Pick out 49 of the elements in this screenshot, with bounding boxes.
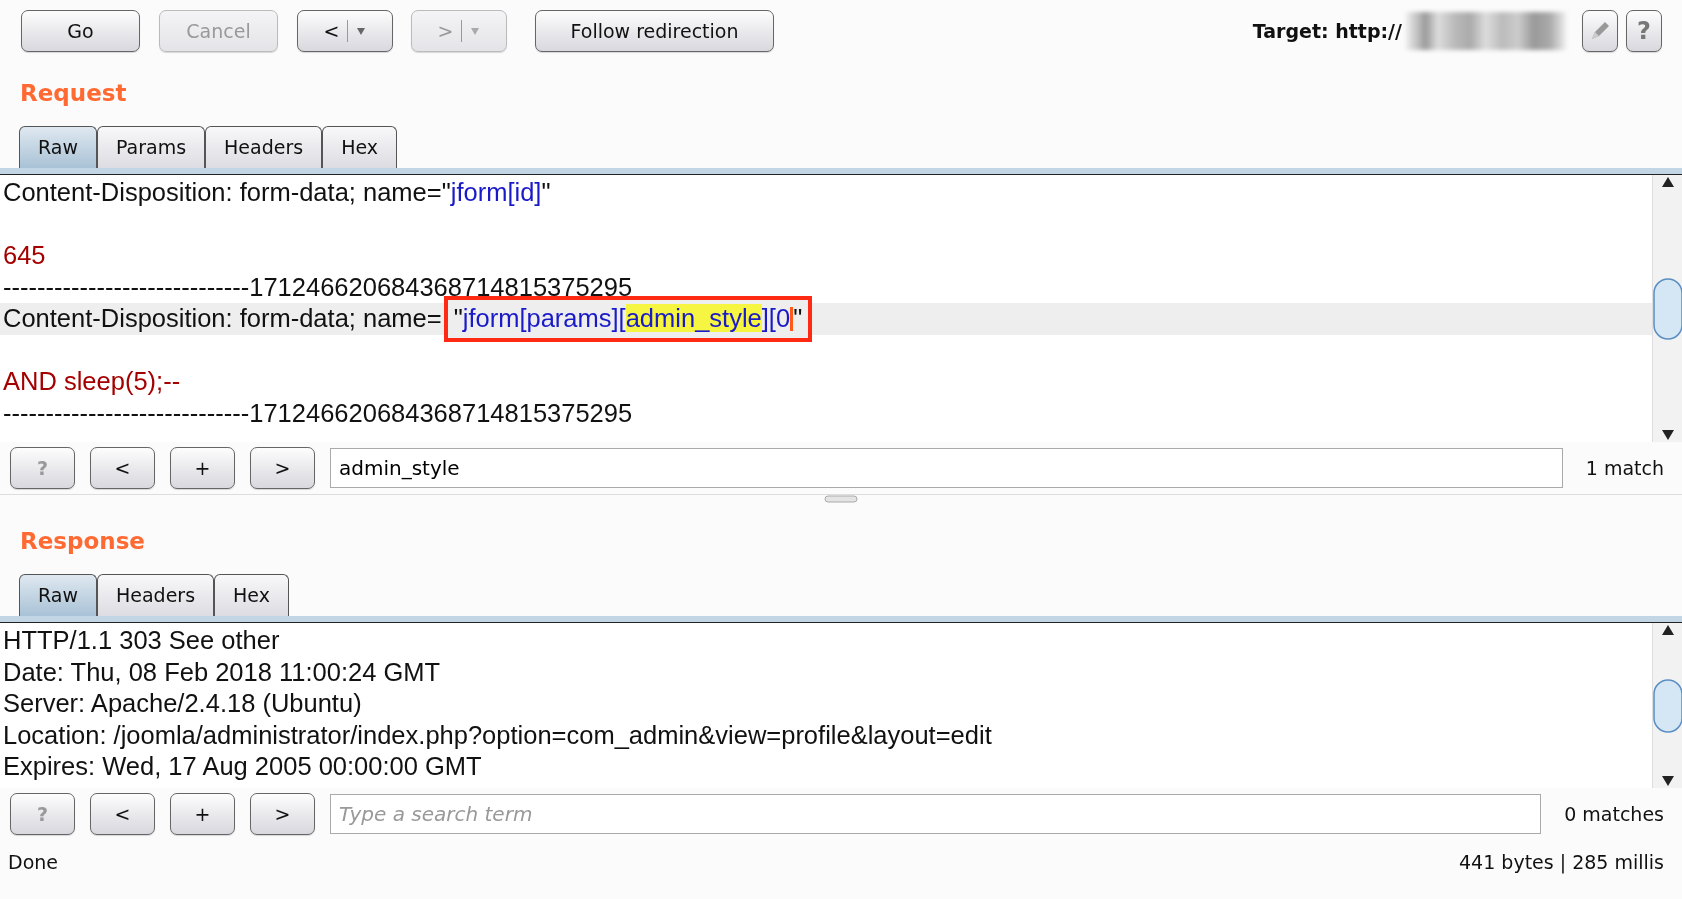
search-field[interactable]: Type a search term (330, 794, 1542, 834)
code-text: Date: Thu, 08 Feb 2018 11:00:24 GMT (3, 657, 441, 686)
tab[interactable]: Headers (205, 126, 323, 168)
toolbar-button[interactable]: < (297, 10, 393, 52)
scrollbar-thumb (1652, 678, 1682, 733)
code-text: ][0 (761, 304, 791, 332)
scroll-up-icon (1659, 623, 1676, 637)
code-text: jform[params][ (462, 304, 626, 332)
search-field[interactable]: admin_style (330, 448, 1563, 488)
code-text: Server: Apache/2.4.18 (Ubuntu) (3, 689, 362, 717)
code-text: -----------------------------171246620684368714815375295 (3, 272, 633, 301)
code-text: Content-Disposition: form-data; name= (3, 304, 442, 332)
code-text: Content-Disposition: form-data; name="jform[id]" (3, 178, 551, 206)
previous-button[interactable]: < (90, 793, 155, 835)
scroll-down-icon (1659, 428, 1676, 442)
add-button[interactable]: + (170, 793, 235, 835)
add-button[interactable]: + (170, 447, 235, 489)
code-text: -----------------------------171246620684368714815375295 (3, 398, 633, 427)
code-text: " (793, 304, 803, 332)
code-text: Location: /joomla/administrator/index.php?option=com_admin&view=profile&layout=edit (3, 720, 992, 749)
scroll-down-icon (1659, 774, 1676, 788)
tab[interactable]: Hex (214, 574, 289, 616)
help-button[interactable]: ? (1626, 10, 1662, 52)
code-text: AND sleep(5);-- (3, 367, 181, 395)
section-title: Response (19, 527, 146, 556)
target-label: Target: http:// (1252, 18, 1402, 44)
tab[interactable]: Hex (322, 126, 398, 168)
tab[interactable]: Params (96, 126, 206, 168)
scroll-up-icon (1659, 175, 1676, 189)
code-text: 645 (3, 241, 46, 269)
tab[interactable]: Headers (96, 574, 215, 616)
match-count: 0 matches (1564, 801, 1664, 827)
next-button[interactable]: > (250, 793, 315, 835)
code-text: admin_style (625, 304, 762, 332)
response-stats: 441 bytes | 285 millis (1459, 850, 1664, 876)
section-title: Request (19, 79, 128, 108)
scrollbar-thumb (1652, 277, 1682, 340)
code-text: " (453, 304, 463, 332)
tab[interactable]: Raw (19, 126, 97, 168)
code-text: HTTP/1.1 303 See other (3, 626, 280, 654)
edit-button[interactable] (1582, 10, 1618, 52)
next-button[interactable]: > (250, 447, 315, 489)
toolbar-button[interactable]: Go (21, 10, 140, 52)
status-text: Done (8, 850, 58, 875)
tab[interactable]: Raw (19, 574, 97, 616)
toolbar-button[interactable]: Follow redirection (535, 10, 774, 52)
match-count: 1 match (1585, 455, 1664, 481)
previous-button[interactable]: < (90, 447, 155, 489)
code-text: Expires: Wed, 17 Aug 2005 00:00:00 GMT (3, 752, 482, 780)
